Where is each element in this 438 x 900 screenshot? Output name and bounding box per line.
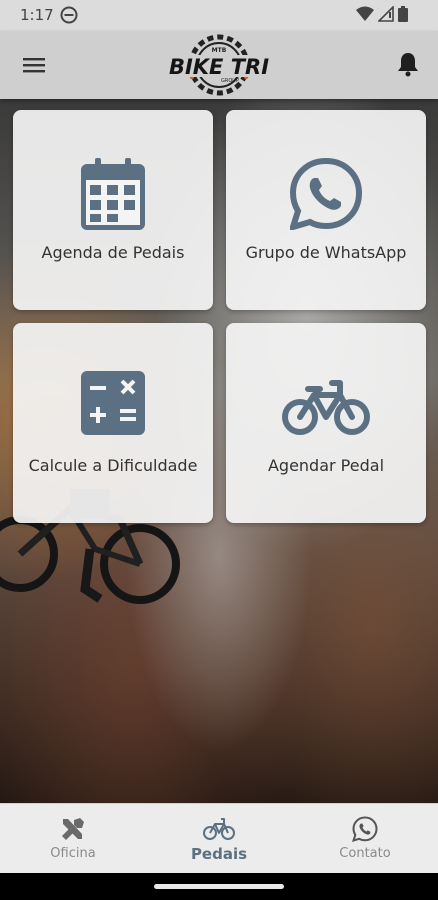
logo-sub-text: GROUP (221, 78, 239, 84)
card-label: Agendar Pedal (267, 456, 385, 475)
system-gesture-bar (0, 872, 438, 900)
card-label: Calcule a Dificuldade (28, 456, 198, 475)
logo-top-text: MTB (212, 47, 227, 54)
notifications-button[interactable] (396, 51, 420, 77)
card-label: Grupo de WhatsApp (245, 243, 407, 262)
nav-label: Oficina (50, 846, 96, 861)
status-bar: 1:17 (0, 0, 438, 31)
hamburger-menu-icon (23, 58, 45, 73)
card-calcule-a-dificuldade[interactable]: Calcule a Dificuldade (13, 323, 213, 523)
nav-item-contato[interactable]: Contato (292, 804, 438, 873)
card-grupo-de-whatsapp[interactable]: Grupo de WhatsApp (226, 110, 426, 310)
nav-item-pedais[interactable]: Pedais (146, 804, 292, 873)
app-logo: MTB BIKE TRI GROUP (162, 31, 276, 99)
calendar-icon (81, 158, 145, 230)
status-icons (356, 5, 408, 26)
menu-button[interactable] (22, 53, 46, 77)
logo-text: BIKE TRI (169, 55, 269, 79)
whatsapp-icon (290, 158, 362, 230)
app-bar: MTB BIKE TRI GROUP (0, 31, 438, 99)
card-agendar-pedal[interactable]: Agendar Pedal (226, 323, 426, 523)
card-label: Agenda de Pedais (41, 243, 185, 262)
wifi-icon (356, 6, 374, 26)
nav-label: Pedais (190, 845, 248, 863)
nav-item-oficina[interactable]: Oficina (0, 804, 146, 873)
card-agenda-de-pedais[interactable]: Agenda de Pedais (13, 110, 213, 310)
bell-icon (398, 53, 418, 77)
bicycle-icon (203, 818, 235, 840)
signal-icon (377, 5, 394, 26)
status-time: 1:17 (20, 6, 54, 24)
whatsapp-icon (352, 816, 378, 842)
bicycle-icon (282, 380, 370, 435)
battery-icon (398, 6, 408, 26)
nav-label: Contato (339, 846, 391, 861)
do-not-disturb-icon (60, 6, 78, 28)
tools-icon (61, 818, 84, 841)
bottom-navigation: Oficina Pedais Contato (0, 803, 438, 873)
home-gesture-handle[interactable] (154, 884, 284, 889)
calculator-icon (81, 371, 145, 435)
